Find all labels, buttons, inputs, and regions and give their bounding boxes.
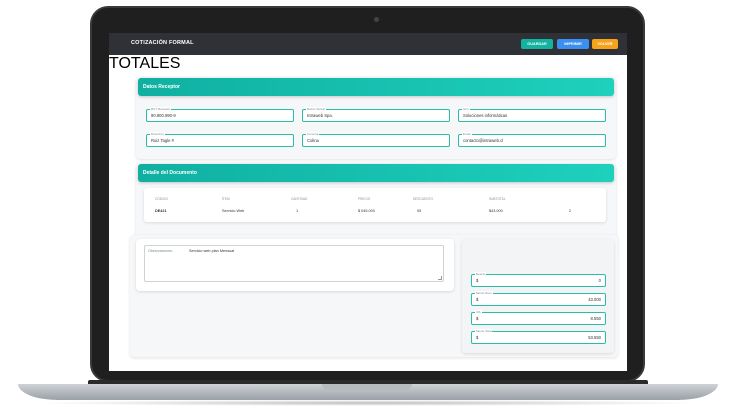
row-cantidad: 1 xyxy=(296,209,299,213)
back-button[interactable]: VOLVER xyxy=(592,39,618,49)
currency-symbol: $ xyxy=(476,335,479,340)
receptor-header: Datos Receptor xyxy=(138,78,614,96)
monto-total-value: 53.550 xyxy=(588,335,601,340)
laptop-shadow xyxy=(30,400,706,406)
razon-social-field[interactable]: Razón Social Intraweb Spa. xyxy=(302,107,450,122)
descto-label: Descto xyxy=(475,272,487,276)
razon-social-value: Intraweb Spa. xyxy=(307,113,333,118)
resize-handle-icon[interactable] xyxy=(438,276,442,280)
detalle-header: Detalle del Documento xyxy=(138,164,614,182)
monto-neto-value: 43.000 xyxy=(588,297,601,302)
comuna-label: Comuna xyxy=(306,132,320,136)
observaciones-label: Observaciones: xyxy=(148,249,173,253)
screen: COTIZACIÓN FORMAL GUARDAR IMPRIMIR VOLVE… xyxy=(109,33,627,371)
monto-total-field[interactable]: Monto Total $ 53.550 xyxy=(471,329,606,344)
row-extra: 2 xyxy=(569,209,572,213)
row-codigo: DE421 xyxy=(155,209,167,213)
email-label: Email xyxy=(462,132,472,136)
email-field[interactable]: Email contacto@intraweb.cl xyxy=(458,132,606,147)
monto-total-label: Monto Total xyxy=(475,329,493,333)
rut-field[interactable]: RUT Receptor 90.900.990-9 xyxy=(146,107,294,122)
observaciones-textarea[interactable]: Observaciones: Servicio web plan Mensual xyxy=(144,245,444,282)
comuna-value: Colina xyxy=(307,138,319,143)
observaciones-value: Servicio web plan Mensual xyxy=(189,249,235,253)
direccion-value: Ruiz Tagle # xyxy=(151,138,174,143)
row-subtotal: $43.000 xyxy=(489,209,503,213)
giro-field[interactable]: Giro Soluciones informáticas xyxy=(458,107,606,122)
page-title: COTIZACIÓN FORMAL xyxy=(131,40,194,46)
iva-field[interactable]: IVA $ 8.550 xyxy=(471,310,606,325)
giro-label: Giro xyxy=(462,107,470,111)
monto-neto-label: Monto Neto xyxy=(475,291,493,295)
row-item: Servicio Web xyxy=(222,209,245,213)
direccion-label: Dirección xyxy=(150,132,165,136)
print-button[interactable]: IMPRIMIR xyxy=(557,39,589,49)
monto-neto-field[interactable]: Monto Neto $ 43.000 xyxy=(471,291,606,306)
razon-social-label: Razón Social xyxy=(306,107,326,111)
stage: COTIZACIÓN FORMAL GUARDAR IMPRIMIR VOLVE… xyxy=(0,0,735,413)
iva-label: IVA xyxy=(475,310,482,314)
camera-icon xyxy=(374,17,379,22)
content-area: Datos Receptor RUT Receptor 90.900.990-9… xyxy=(109,55,627,371)
giro-value: Soluciones informáticas xyxy=(463,113,508,118)
table-row[interactable]: DE421 Servicio Web 1 $ 045.000 05 $43.00… xyxy=(144,200,606,222)
currency-symbol: $ xyxy=(476,297,479,302)
descto-field[interactable]: Descto $ 0 xyxy=(471,272,606,287)
rut-value: 90.900.990-9 xyxy=(151,113,176,118)
save-button[interactable]: GUARDAR xyxy=(521,39,553,49)
comuna-field[interactable]: Comuna Colina xyxy=(302,132,450,147)
direccion-field[interactable]: Dirección Ruiz Tagle # xyxy=(146,132,294,147)
descto-value: 0 xyxy=(598,278,601,283)
row-precio: $ 045.000 xyxy=(358,209,375,213)
currency-symbol: $ xyxy=(476,278,479,283)
laptop-notch xyxy=(322,384,412,390)
email-value: contacto@intraweb.cl xyxy=(463,138,504,143)
top-bar: COTIZACIÓN FORMAL GUARDAR IMPRIMIR VOLVE… xyxy=(109,33,627,55)
row-descuento: 05 xyxy=(417,209,422,213)
currency-symbol: $ xyxy=(476,316,479,321)
rut-label: RUT Receptor xyxy=(150,107,172,111)
iva-value: 8.550 xyxy=(590,316,601,321)
totales-title: TOTALES xyxy=(109,55,181,72)
